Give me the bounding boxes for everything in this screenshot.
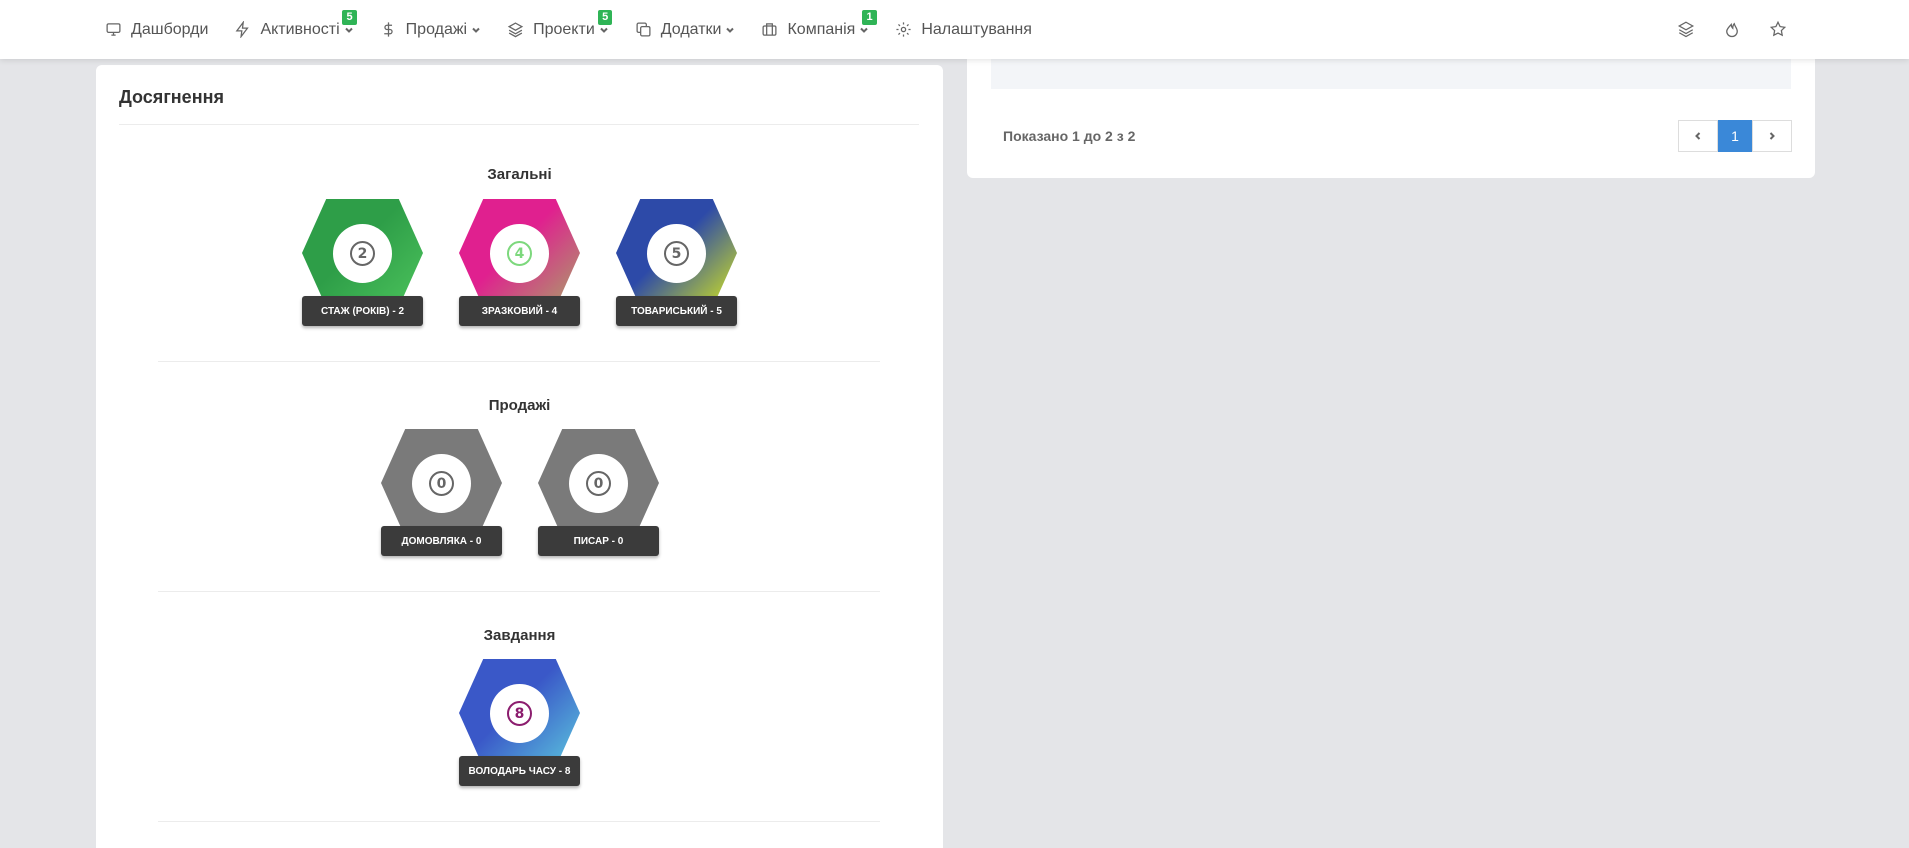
- notification-badge: 5: [598, 9, 613, 25]
- page-button[interactable]: 1: [1718, 120, 1752, 152]
- nav-item-label: Продажі: [405, 20, 468, 38]
- badge-label: ПИСАР - 0: [538, 526, 659, 556]
- pagination-info: Показано 1 до 2 з 2: [1003, 128, 1136, 144]
- nav-right-icons: [1651, 0, 1789, 59]
- next-page-button[interactable]: [1752, 120, 1792, 152]
- badge-label: ДОМОВЛЯКА - 0: [381, 526, 502, 556]
- achievement-badge[interactable]: 8 ВОЛОДАРЬ ЧАСУ - 8: [459, 659, 580, 787]
- achievement-badge[interactable]: 5 ТОВАРИСЬКИЙ - 5: [616, 199, 737, 327]
- chevron-down-icon: [472, 27, 480, 33]
- dollar-icon: [383, 22, 393, 37]
- notification-badge: 5: [342, 9, 357, 25]
- chevron-down-icon: [860, 27, 869, 33]
- badge-number: 4: [507, 241, 532, 266]
- divider: [158, 821, 880, 822]
- badge-label: ВОЛОДАРЬ ЧАСУ - 8: [459, 756, 580, 786]
- nav-item-label: Додатки: [660, 20, 722, 38]
- chevron-down-icon: [600, 27, 608, 33]
- nav-item-sales[interactable]: Продажі: [380, 21, 481, 39]
- pagination: 1: [1678, 120, 1792, 152]
- divider: [119, 124, 919, 125]
- achievement-badge[interactable]: 0 ДОМОВЛЯКА - 0: [381, 429, 502, 557]
- chevron-right-icon: [1769, 132, 1775, 140]
- badge-label: ЗРАЗКОВИЙ - 4: [459, 296, 580, 326]
- chevron-down-icon: [726, 27, 735, 33]
- nav-item-label: Проекти: [533, 20, 595, 38]
- badge-number: 5: [664, 241, 689, 266]
- badge-number: 0: [429, 471, 454, 496]
- prev-page-button[interactable]: [1678, 120, 1718, 152]
- badge-number: 2: [350, 241, 375, 266]
- hexagon-badge-icon: 8: [459, 659, 580, 767]
- lightning-icon: [235, 21, 250, 38]
- top-navbar: Дашборди Активності 5 Продажі Проекти 5 …: [0, 0, 1909, 59]
- gear-icon: [896, 22, 911, 37]
- monitor-icon: [106, 23, 121, 36]
- nav-item-label: Компанія: [787, 20, 856, 38]
- section-title: Загальні: [487, 166, 552, 183]
- hexagon-badge-icon: 0: [538, 429, 659, 537]
- hexagon-badge-icon: 5: [616, 199, 737, 307]
- nav-item-projects[interactable]: Проекти 5: [507, 9, 613, 39]
- nav-item-apps[interactable]: Додатки: [635, 21, 736, 39]
- achievement-badge[interactable]: 0 ПИСАР - 0: [538, 429, 659, 557]
- section-title: Продажі: [488, 397, 551, 414]
- badge-number: 0: [586, 471, 611, 496]
- achievement-badge[interactable]: 4 ЗРАЗКОВИЙ - 4: [459, 199, 580, 327]
- layers-icon[interactable]: [1677, 20, 1697, 40]
- divider: [158, 591, 880, 592]
- nav-item-label: Активності: [260, 20, 340, 38]
- achievements-card: Досягнення Загальні 2 СТАЖ (РОКІВ) - 2 4…: [96, 65, 943, 848]
- divider: [158, 361, 880, 362]
- briefcase-icon: [762, 23, 777, 36]
- chevron-left-icon: [1695, 132, 1701, 140]
- nav-item-dashboards[interactable]: Дашборди: [105, 21, 208, 39]
- notification-badge: 1: [862, 9, 877, 25]
- nav-item-activities[interactable]: Активності 5: [234, 9, 357, 39]
- hexagon-badge-icon: 0: [381, 429, 502, 537]
- badge-label: ТОВАРИСЬКИЙ - 5: [616, 296, 737, 326]
- section-title: Завдання: [483, 627, 556, 644]
- chevron-down-icon: [344, 27, 353, 33]
- nav-item-company[interactable]: Компанія 1: [761, 9, 877, 39]
- fire-icon[interactable]: [1723, 20, 1743, 40]
- star-icon[interactable]: [1769, 20, 1789, 40]
- nav-item-settings[interactable]: Налаштування: [895, 21, 1032, 39]
- badge-number: 8: [507, 701, 532, 726]
- card-title: Досягнення: [119, 87, 224, 107]
- achievement-badge[interactable]: 2 СТАЖ (РОКІВ) - 2: [302, 199, 423, 327]
- layers-icon: [507, 22, 524, 38]
- badge-label: СТАЖ (РОКІВ) - 2: [302, 296, 423, 326]
- hexagon-badge-icon: 4: [459, 199, 580, 307]
- copy-icon: [636, 22, 651, 37]
- nav-item-label: Дашборди: [131, 20, 209, 38]
- table-row: [991, 59, 1791, 89]
- main-nav: Дашборди Активності 5 Продажі Проекти 5 …: [105, 0, 1058, 59]
- hexagon-badge-icon: 2: [302, 199, 423, 307]
- nav-item-label: Налаштування: [921, 20, 1032, 38]
